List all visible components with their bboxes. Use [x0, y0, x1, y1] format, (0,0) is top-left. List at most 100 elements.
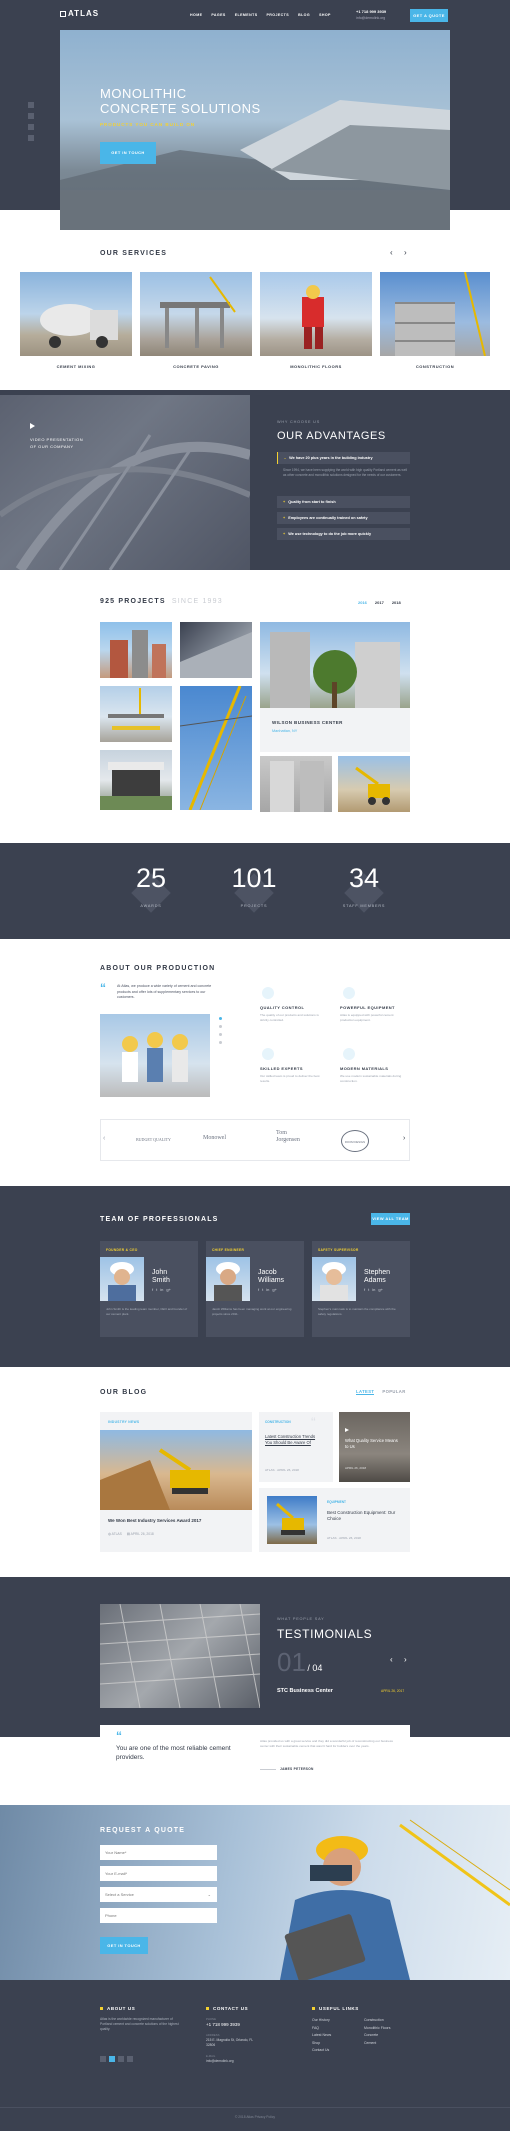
twitter-icon[interactable]: t: [156, 1287, 157, 1292]
slider-dot[interactable]: [219, 1025, 222, 1028]
service-label-cement-mixing[interactable]: CEMENT MIXING: [20, 364, 132, 369]
tab-year-2017[interactable]: 2017: [375, 600, 384, 605]
facebook-icon[interactable]: f: [364, 1287, 365, 1292]
nav-blog[interactable]: BLOG: [298, 13, 310, 17]
advantage-item-3[interactable]: + Employees are continually trained on sa…: [277, 512, 410, 524]
project-featured-caption[interactable]: WILSON BUSINESS CENTER Manhattan, NY: [260, 708, 410, 752]
facebook-icon[interactable]: [100, 2056, 106, 2062]
twitter-icon[interactable]: t: [262, 1287, 263, 1292]
google-plus-icon[interactable]: g+: [272, 1287, 277, 1292]
linkedin-icon[interactable]: [118, 2056, 124, 2062]
logos-prev-arrow[interactable]: ‹: [103, 1135, 105, 1142]
nav-pages[interactable]: PAGES: [211, 13, 225, 17]
tab-year-2018[interactable]: 2018: [392, 600, 401, 605]
blog-title[interactable]: What Quality Service Means to Us: [345, 1438, 401, 1449]
video-presentation-image[interactable]: VIDEO PRESENTATION OF OUR COMPANY: [0, 395, 250, 570]
service-select[interactable]: Select a Service ⌄: [100, 1887, 217, 1902]
header-email[interactable]: info@demolink.org: [356, 16, 385, 20]
google-plus-icon[interactable]: g+: [166, 1287, 171, 1292]
service-label-concrete-paving[interactable]: CONCRETE PAVING: [140, 364, 252, 369]
linkedin-icon[interactable]: [28, 124, 34, 130]
linkedin-icon[interactable]: in: [266, 1287, 269, 1292]
service-image-concrete-paving[interactable]: [140, 272, 252, 356]
service-label-construction[interactable]: CONSTRUCTION: [380, 364, 490, 369]
project-thumb-3[interactable]: [100, 686, 172, 742]
play-icon[interactable]: [30, 423, 35, 429]
slider-dot[interactable]: [219, 1041, 222, 1044]
nav-home[interactable]: HOME: [190, 13, 202, 17]
advantage-item-1[interactable]: – We have 20 plus years in the building i…: [277, 452, 410, 464]
footer-link[interactable]: Construction: [364, 2018, 390, 2022]
tab-latest[interactable]: LATEST: [356, 1389, 375, 1395]
facebook-icon[interactable]: f: [152, 1287, 153, 1292]
logos-next-arrow[interactable]: ›: [403, 1135, 405, 1142]
email-input[interactable]: [100, 1866, 217, 1881]
nav-elements[interactable]: ELEMENTS: [235, 13, 258, 17]
services-next-arrow[interactable]: ›: [404, 248, 407, 257]
facebook-icon[interactable]: f: [258, 1287, 259, 1292]
nav-shop[interactable]: SHOP: [319, 13, 331, 17]
linkedin-icon[interactable]: in: [160, 1287, 163, 1292]
linkedin-icon[interactable]: in: [372, 1287, 375, 1292]
partner-logo-1[interactable]: BUDGET QUALITY: [136, 1137, 171, 1142]
google-plus-icon[interactable]: g+: [378, 1287, 383, 1292]
logo[interactable]: ATLAS: [60, 9, 99, 18]
footer-link[interactable]: Monolithic Floors: [364, 2026, 390, 2030]
testimonial-next-arrow[interactable]: ›: [404, 1655, 407, 1664]
facebook-icon[interactable]: [28, 102, 34, 108]
advantage-item-4[interactable]: + We use technology to do the job more qu…: [277, 528, 410, 540]
twitter-icon[interactable]: [109, 2056, 115, 2062]
service-image-cement-mixing[interactable]: [20, 272, 132, 356]
play-icon[interactable]: [345, 1428, 349, 1432]
slider-dot[interactable]: [219, 1017, 222, 1020]
name-input[interactable]: [100, 1845, 217, 1860]
google-plus-icon[interactable]: [127, 2056, 133, 2062]
get-quote-button[interactable]: GET A QUOTE: [410, 9, 448, 22]
team-card-stephen[interactable]: SAFETY SUPERVISOR Stephen Adams f t in g+ S…: [312, 1241, 410, 1337]
view-all-team-button[interactable]: VIEW ALL TEAM: [371, 1213, 410, 1225]
blog-post-featured[interactable]: INDUSTRY NEWS We Won Best Industry Servi…: [100, 1412, 252, 1552]
footer-link[interactable]: FAQ: [312, 2026, 331, 2030]
project-thumb-2[interactable]: [180, 622, 252, 678]
blog-title[interactable]: We Won Best Industry Services Award 2017: [108, 1518, 244, 1523]
footer-email[interactable]: info@demolink.org: [206, 2059, 234, 2063]
tab-popular[interactable]: POPULAR: [382, 1389, 405, 1395]
blog-title[interactable]: Latest Construction Trends You Should Be…: [265, 1434, 323, 1445]
partner-logo-2[interactable]: Monowel: [203, 1135, 226, 1141]
service-label-monolithic-floors[interactable]: MONOLITHIC FLOORS: [260, 364, 372, 369]
blog-post-2[interactable]: CONSTRUCTION “ Latest Construction Trend…: [259, 1412, 333, 1482]
slider-dot[interactable]: [219, 1033, 222, 1036]
project-thumb-5[interactable]: [100, 750, 172, 810]
quote-submit-button[interactable]: GET IN TOUCH: [100, 1937, 148, 1954]
footer-link[interactable]: Cement: [364, 2041, 390, 2045]
service-image-monolithic-floors[interactable]: [260, 272, 372, 356]
footer-link[interactable]: Our History: [312, 2018, 331, 2022]
header-phone[interactable]: +1 718 999 3939: [356, 9, 386, 14]
project-featured-image[interactable]: [260, 622, 410, 708]
project-thumb-7[interactable]: [338, 756, 410, 812]
footer-phone[interactable]: +1 718 999 3939: [206, 2022, 240, 2027]
project-thumb-4[interactable]: [180, 686, 252, 810]
project-thumb-6[interactable]: [260, 756, 332, 812]
blog-post-4[interactable]: EQUIPMENT Best Construction Equipment: O…: [259, 1488, 410, 1552]
partner-logo-3[interactable]: Tom Jorgensen: [276, 1130, 312, 1144]
team-card-jacob[interactable]: CHIEF ENGINEER Jacob Williams f t in g+ Jac…: [206, 1241, 304, 1337]
services-prev-arrow[interactable]: ‹: [390, 248, 393, 257]
tab-year-2016[interactable]: 2016: [358, 600, 367, 605]
testimonial-prev-arrow[interactable]: ‹: [390, 1655, 393, 1664]
google-plus-icon[interactable]: [28, 135, 34, 141]
footer-link[interactable]: Shop: [312, 2041, 331, 2045]
service-image-construction[interactable]: [380, 272, 490, 356]
footer-link[interactable]: Concrete: [364, 2033, 390, 2037]
hero-get-in-touch-button[interactable]: GET IN TOUCH: [100, 142, 156, 164]
advantage-item-2[interactable]: + Quality from start to finish: [277, 496, 410, 508]
twitter-icon[interactable]: t: [368, 1287, 369, 1292]
blog-title[interactable]: Best Construction Equipment: Our Choice: [327, 1510, 405, 1522]
footer-link[interactable]: Contact Us: [312, 2048, 331, 2052]
project-thumb-1[interactable]: [100, 622, 172, 678]
partner-logo-4[interactable]: ROOM DESIGN: [341, 1130, 369, 1152]
footer-link[interactable]: Latest News: [312, 2033, 331, 2037]
team-card-john[interactable]: FOUNDER & CEO John Smith f t in g+ John Smi…: [100, 1241, 198, 1337]
phone-input[interactable]: [100, 1908, 217, 1923]
twitter-icon[interactable]: [28, 113, 34, 119]
